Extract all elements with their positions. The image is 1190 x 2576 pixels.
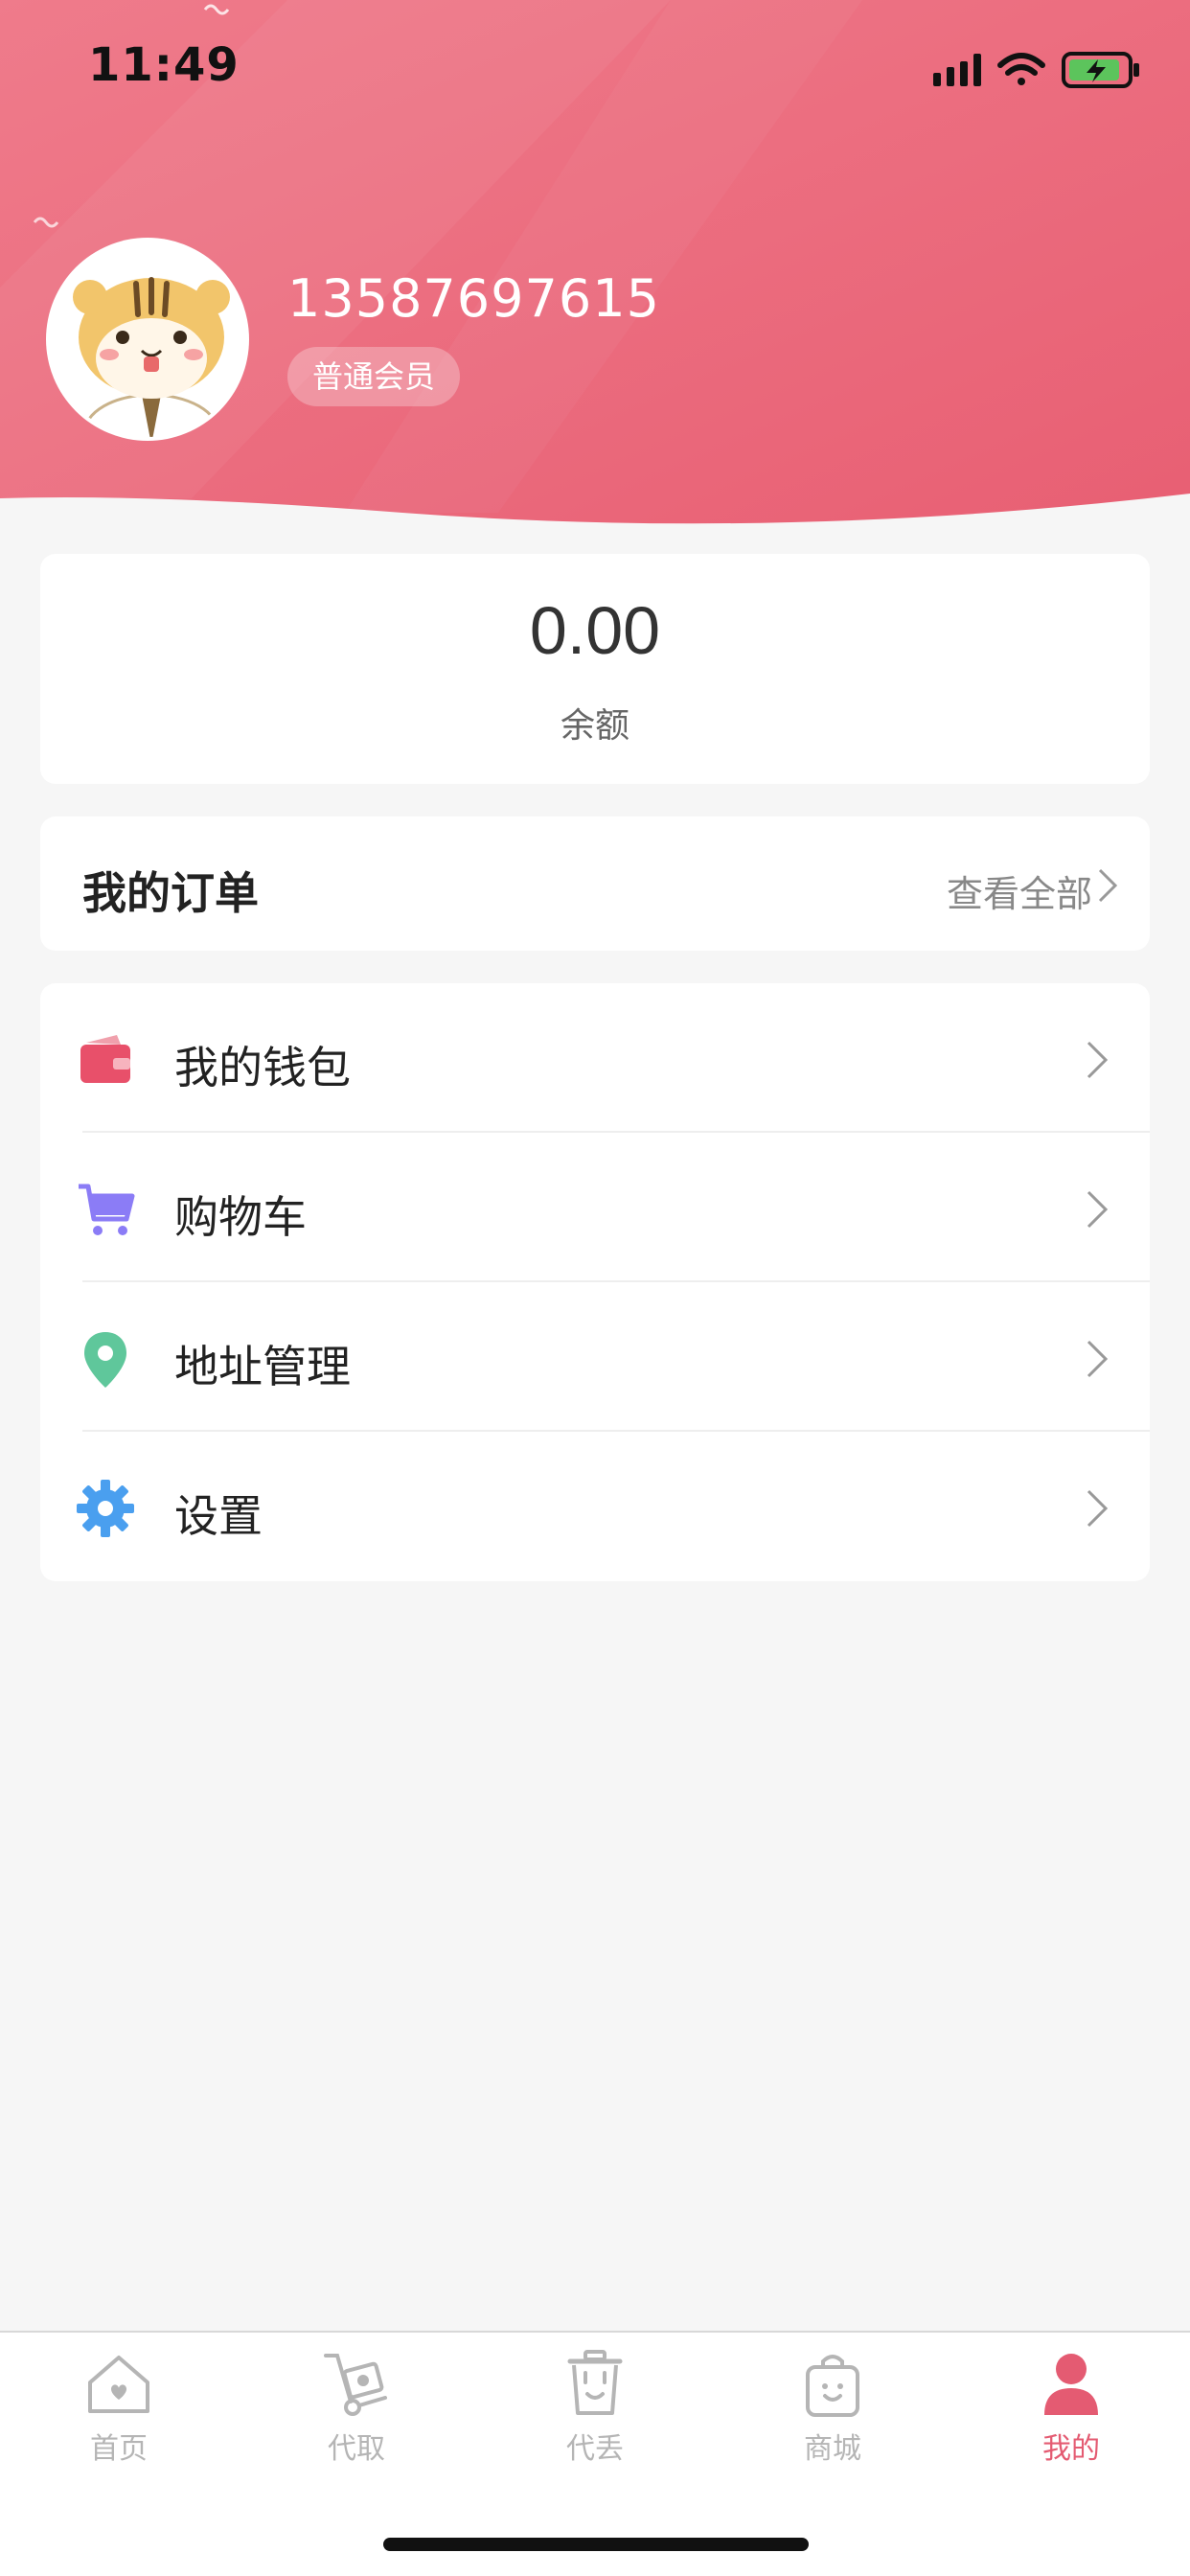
person-icon: [1044, 2354, 1098, 2415]
wifi-icon: [997, 53, 1045, 85]
menu-item-settings[interactable]: 设置: [40, 1432, 1150, 1581]
status-bar: 11:49: [0, 0, 1190, 134]
chevron-right-icon: [1087, 1489, 1109, 1528]
menu-item-wallet[interactable]: 我的钱包: [40, 983, 1150, 1133]
tab-pickup[interactable]: 代取: [238, 2350, 475, 2494]
orders-title: 我的订单: [82, 867, 259, 919]
trash-can-icon: [567, 2350, 623, 2415]
my-orders-row[interactable]: 我的订单 查看全部: [40, 816, 1150, 951]
menu-item-cart[interactable]: 购物车: [40, 1133, 1150, 1282]
tab-home[interactable]: 首页: [0, 2350, 238, 2494]
home-indicator[interactable]: [383, 2538, 809, 2551]
view-all-orders-link[interactable]: 查看全部: [947, 864, 1092, 917]
tab-label: 代丢: [566, 2432, 624, 2466]
tab-label: 商城: [804, 2432, 861, 2466]
signal-icon: [933, 54, 981, 86]
user-phone: 13587697615: [287, 268, 660, 329]
chevron-right-icon: [1087, 1340, 1109, 1378]
balance-label: 余额: [560, 706, 629, 746]
shopping-bag-icon: [806, 2355, 859, 2417]
gear-icon: [77, 1480, 134, 1537]
cart-icon: [79, 1184, 135, 1235]
avatar[interactable]: [46, 238, 249, 441]
menu-item-label: 地址管理: [174, 1341, 351, 1392]
wallet-icon: [80, 1035, 130, 1083]
menu-list: 我的钱包 购物车 地址管理 设置: [40, 983, 1150, 1581]
menu-item-label: 设置: [174, 1490, 263, 1542]
home-icon: [88, 2356, 149, 2413]
hand-truck-icon: [324, 2354, 387, 2416]
tab-label: 代取: [328, 2432, 385, 2466]
menu-item-address[interactable]: 地址管理: [40, 1282, 1150, 1432]
chevron-right-icon: [1087, 1190, 1109, 1229]
chevron-right-icon: [1098, 868, 1118, 903]
profile-header: 11:49 13587697615 普通会员: [0, 0, 1190, 537]
chevron-right-icon: [1087, 1041, 1109, 1079]
location-pin-icon: [84, 1332, 126, 1388]
battery-icon: [1062, 52, 1139, 88]
member-level-badge: 普通会员: [287, 347, 461, 406]
tab-label: 我的: [1042, 2432, 1100, 2466]
status-time: 11:49: [88, 38, 240, 92]
menu-item-label: 我的钱包: [174, 1042, 351, 1093]
balance-value: 0.00: [529, 593, 661, 668]
tab-trash[interactable]: 代丢: [476, 2350, 714, 2494]
status-icons: [933, 52, 1139, 88]
hamster-avatar-icon: [50, 242, 245, 437]
tab-label: 首页: [90, 2432, 148, 2466]
tab-mine[interactable]: 我的: [952, 2350, 1190, 2494]
balance-card[interactable]: 0.00 余额: [40, 554, 1150, 784]
menu-item-label: 购物车: [174, 1191, 307, 1243]
tab-mall[interactable]: 商城: [714, 2350, 951, 2494]
